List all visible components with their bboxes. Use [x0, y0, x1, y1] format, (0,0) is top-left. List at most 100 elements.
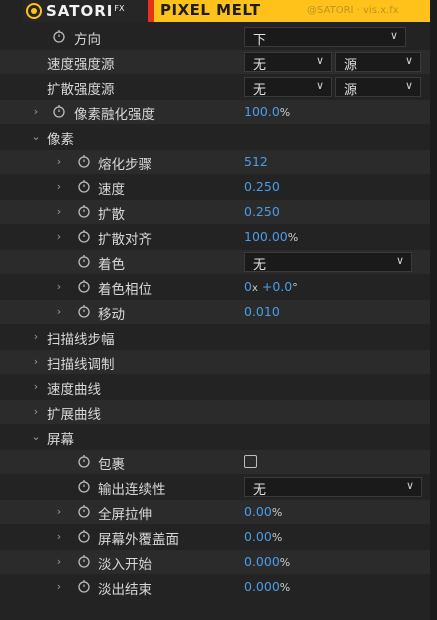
- value-number[interactable]: 0.000: [244, 554, 280, 569]
- param-row-spread-align: › 扩散对齐 100.00%: [0, 225, 430, 249]
- direction-dropdown[interactable]: 下 ∨: [244, 27, 406, 48]
- value-unit: %: [279, 106, 291, 119]
- effect-controls-panel: SATORI FX PIXEL MELT @SATORI · vis.x.fx …: [0, 0, 430, 620]
- spread-source-layer-dropdown[interactable]: 无 ∨: [244, 77, 332, 98]
- brand-name: SATORI: [46, 2, 114, 20]
- stopwatch-icon[interactable]: [77, 529, 91, 543]
- chevron-right-icon[interactable]: ›: [31, 405, 41, 419]
- stopwatch-icon[interactable]: [77, 279, 91, 293]
- satori-fx-banner: SATORI FX PIXEL MELT @SATORI · vis.x.fx: [23, 0, 430, 22]
- param-row-spread-source: 扩散强度源 无 ∨ 源 ∨: [0, 75, 430, 99]
- group-label: 扫描线调制: [47, 357, 115, 373]
- param-value[interactable]: 0.000%: [244, 554, 290, 569]
- chevron-right-icon[interactable]: ›: [31, 380, 41, 394]
- param-value[interactable]: 0.250: [244, 204, 280, 219]
- param-value[interactable]: 0.000%: [244, 579, 290, 594]
- chevron-right-icon[interactable]: ›: [54, 230, 64, 244]
- value-unit: %: [271, 531, 283, 544]
- output-continuity-dropdown[interactable]: 无 ∨: [244, 477, 422, 498]
- chevron-right-icon[interactable]: ›: [31, 355, 41, 369]
- param-row-fullscreen-stretch: › 全屏拉伸 0.00%: [0, 500, 430, 524]
- param-label: 移动: [98, 307, 125, 323]
- param-value[interactable]: 100.0%: [244, 104, 290, 119]
- value-unit: %: [287, 231, 299, 244]
- chevron-right-icon[interactable]: ›: [31, 330, 41, 344]
- speed-source-layer-dropdown[interactable]: 无 ∨: [244, 52, 332, 73]
- stopwatch-icon[interactable]: [77, 479, 91, 493]
- chevron-right-icon[interactable]: ›: [54, 205, 64, 219]
- value-number[interactable]: 0.000: [244, 579, 280, 594]
- group-row-pixels[interactable]: ⌄ 像素: [0, 125, 430, 149]
- degrees-value[interactable]: +0.0: [262, 279, 292, 294]
- product-name: PIXEL MELT: [160, 1, 261, 19]
- stopwatch-icon[interactable]: [77, 154, 91, 168]
- group-row-scanline-modulation[interactable]: › 扫描线调制: [0, 350, 430, 374]
- banner-red-divider: [148, 0, 154, 22]
- group-row-spread-curve[interactable]: › 扩展曲线: [0, 400, 430, 424]
- param-label: 速度强度源: [47, 57, 115, 73]
- param-label: 屏幕外覆盖面: [98, 532, 179, 548]
- coloring-dropdown[interactable]: 无 ∨: [244, 252, 412, 273]
- stopwatch-icon[interactable]: [77, 579, 91, 593]
- param-label: 淡入开始: [98, 557, 152, 573]
- param-label: 着色: [98, 257, 125, 273]
- stopwatch-icon[interactable]: [77, 454, 91, 468]
- chevron-down-icon: ∨: [405, 479, 414, 492]
- param-row-direction: 方向 下 ∨: [0, 25, 430, 49]
- param-label: 扩散: [98, 207, 125, 223]
- param-label: 淡出结束: [98, 582, 152, 598]
- group-row-scanline-amplitude[interactable]: › 扫描线步幅: [0, 325, 430, 349]
- param-value[interactable]: 0.250: [244, 179, 280, 194]
- chevron-down-icon[interactable]: ⌄: [31, 130, 41, 144]
- param-value[interactable]: 0.00%: [244, 529, 282, 544]
- chevron-right-icon[interactable]: ›: [54, 155, 64, 169]
- spread-source-channel-dropdown[interactable]: 源 ∨: [335, 77, 421, 98]
- revolutions-value[interactable]: 0: [244, 279, 252, 294]
- group-row-screen[interactable]: ⌄ 屏幕: [0, 425, 430, 449]
- param-value[interactable]: 0.00%: [244, 504, 282, 519]
- stopwatch-icon[interactable]: [77, 254, 91, 268]
- wrap-checkbox[interactable]: [244, 455, 257, 468]
- chevron-down-icon: ∨: [404, 54, 413, 67]
- panel-scrollbar-gutter[interactable]: [430, 0, 437, 620]
- stopwatch-icon[interactable]: [77, 554, 91, 568]
- stopwatch-icon[interactable]: [77, 204, 91, 218]
- stopwatch-icon[interactable]: [77, 229, 91, 243]
- speed-source-channel-dropdown[interactable]: 源 ∨: [335, 52, 421, 73]
- dropdown-value: 源: [344, 83, 358, 98]
- param-row-fade-in-start: › 淡入开始 0.000%: [0, 550, 430, 574]
- value-number[interactable]: 0.00: [244, 529, 272, 544]
- chevron-right-icon[interactable]: ›: [54, 505, 64, 519]
- chevron-right-icon[interactable]: ›: [54, 180, 64, 194]
- chevron-right-icon[interactable]: ›: [54, 530, 64, 544]
- chevron-down-icon[interactable]: ⌄: [31, 430, 41, 444]
- param-value[interactable]: 100.00%: [244, 229, 298, 244]
- value-number[interactable]: 100.00: [244, 229, 288, 244]
- stopwatch-icon[interactable]: [52, 104, 66, 118]
- param-row-offscreen-cover: › 屏幕外覆盖面 0.00%: [0, 525, 430, 549]
- param-value[interactable]: 0.010: [244, 304, 280, 319]
- param-row-move: › 移动 0.010: [0, 300, 430, 324]
- param-label: 输出连续性: [98, 482, 166, 498]
- value-number[interactable]: 0.00: [244, 504, 272, 519]
- param-label: 方向: [74, 32, 101, 48]
- chevron-right-icon[interactable]: ›: [54, 305, 64, 319]
- chevron-down-icon: ∨: [315, 79, 324, 92]
- group-label: 屏幕: [47, 432, 74, 448]
- stopwatch-icon[interactable]: [77, 304, 91, 318]
- param-value[interactable]: 512: [244, 154, 268, 169]
- group-row-speed-curve[interactable]: › 速度曲线: [0, 375, 430, 399]
- chevron-right-icon[interactable]: ›: [54, 280, 64, 294]
- value-number[interactable]: 100.0: [244, 104, 280, 119]
- param-row-fade-out-end: › 淡出结束 0.000%: [0, 575, 430, 599]
- stopwatch-icon[interactable]: [77, 179, 91, 193]
- chevron-right-icon[interactable]: ›: [31, 105, 41, 119]
- chevron-right-icon[interactable]: ›: [54, 555, 64, 569]
- stopwatch-icon[interactable]: [52, 29, 66, 43]
- chevron-down-icon: ∨: [315, 54, 324, 67]
- value-unit: %: [271, 506, 283, 519]
- chevron-right-icon[interactable]: ›: [54, 580, 64, 594]
- param-value-angle[interactable]: 0x +0.0°: [244, 279, 298, 294]
- param-label: 扩散对齐: [98, 232, 152, 248]
- stopwatch-icon[interactable]: [77, 504, 91, 518]
